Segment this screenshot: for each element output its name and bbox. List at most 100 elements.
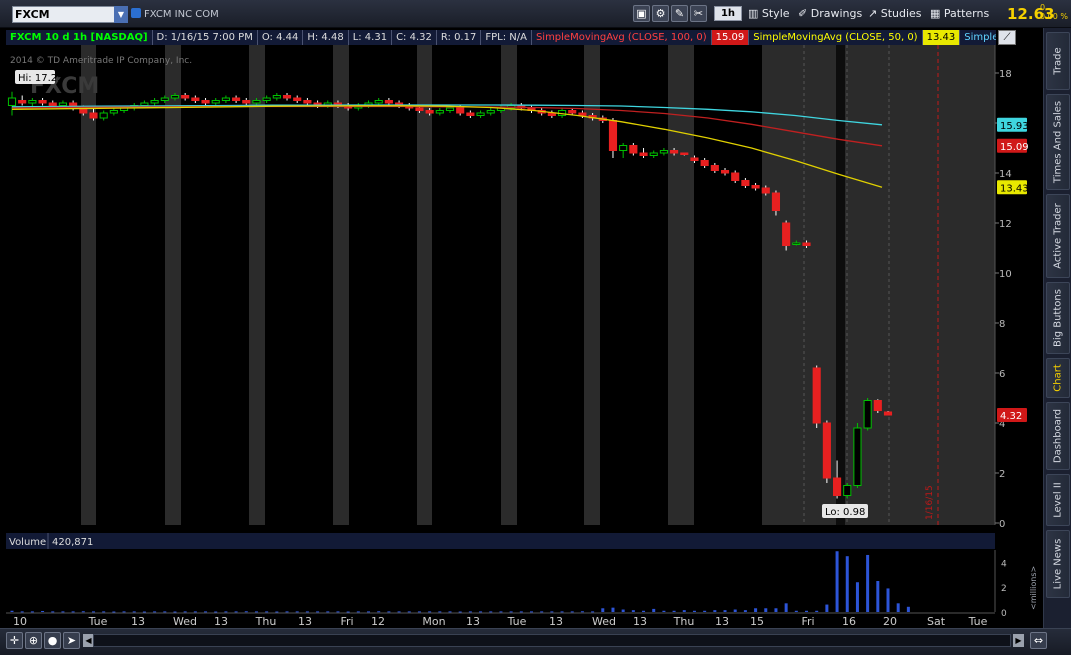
symbol-input[interactable]: FXCM — [12, 6, 128, 23]
style-menu[interactable]: ▥ Style — [748, 5, 790, 23]
side-tab-trade[interactable]: Trade — [1046, 32, 1070, 90]
wrench-icon[interactable]: ✂ — [690, 5, 707, 22]
price-tick-label: 8 — [999, 319, 1005, 330]
volume-bar — [652, 608, 656, 612]
time-axis-label: 13 — [298, 615, 312, 628]
volume-bar — [733, 609, 737, 612]
pointer-icon[interactable]: ➤ — [63, 632, 80, 649]
time-scrollbar[interactable] — [93, 634, 1011, 647]
volume-bar — [743, 610, 747, 612]
symbol-description[interactable]: FXCM 10 d 1h [NASDAQ] — [6, 30, 153, 45]
time-axis-label: Tue — [88, 615, 108, 628]
volume-bar — [621, 609, 625, 612]
volume-bar — [336, 611, 340, 613]
time-axis-label: 20 — [883, 615, 897, 628]
candle-body — [211, 100, 220, 104]
side-tab-active-trader[interactable]: Active Trader — [1046, 194, 1070, 278]
candle-body — [843, 485, 852, 496]
session-band — [668, 45, 694, 525]
volume-bar — [754, 608, 758, 612]
candle-body — [792, 242, 801, 245]
candle-body — [771, 192, 781, 211]
side-tab-live-news[interactable]: Live News — [1046, 530, 1070, 598]
expiry-marker-label: 1/16/15 — [925, 485, 935, 520]
side-tab-big-buttons[interactable]: Big Buttons — [1046, 282, 1070, 354]
volume-bar — [662, 610, 666, 612]
lo-label: Lo: 0.98 — [825, 507, 865, 518]
sma100-label[interactable]: SimpleMovingAvg (CLOSE, 100, 0) — [532, 30, 712, 45]
candle-body — [18, 100, 27, 104]
time-axis-label: 13 — [131, 615, 145, 628]
candle-body — [873, 400, 882, 411]
volume-bar — [560, 611, 564, 613]
time-axis-label: 13 — [633, 615, 647, 628]
settings-gear-icon[interactable]: ⚙ — [652, 5, 669, 22]
time-axis-label: 16 — [842, 615, 856, 628]
volume-bar — [550, 611, 554, 613]
crosshair-icon[interactable]: ✛ — [6, 632, 23, 649]
price-bubble-label: 13.43 — [1000, 183, 1029, 194]
volume-bar — [866, 554, 870, 612]
volume-bar — [642, 610, 646, 612]
time-axis-label: 12 — [371, 615, 385, 628]
volume-bar — [692, 610, 696, 612]
candle-body — [252, 100, 261, 104]
studies-menu[interactable]: ↗ Studies — [868, 5, 922, 23]
candle-body — [58, 102, 67, 106]
candle-body — [425, 110, 434, 114]
draw-line-icon[interactable]: ⟋ — [998, 30, 1016, 45]
volume-bar — [10, 610, 14, 612]
volume-bar — [163, 611, 167, 613]
expand-time-icon[interactable]: ⇔ — [1030, 632, 1047, 649]
side-tab-label: Trade — [1052, 47, 1064, 75]
candle-body — [191, 97, 200, 101]
timeframe-button[interactable]: 1h — [714, 6, 742, 21]
price-tick-label: 2 — [999, 469, 1005, 480]
chart-tools-icon[interactable]: ✎ — [671, 5, 688, 22]
side-tabs: Trade Times And Sales Active Trader Big But… — [1043, 28, 1071, 628]
candle-body — [710, 165, 719, 171]
candle-body — [272, 95, 281, 99]
scroll-right-button[interactable]: ▶ — [1013, 634, 1024, 647]
sma50-label[interactable]: SimpleMovingAvg (CLOSE, 50, 0) — [749, 30, 923, 45]
volume-label: Volume — [9, 537, 46, 548]
pan-icon[interactable]: ● — [44, 632, 61, 649]
patterns-menu[interactable]: ▦ Patterns — [930, 5, 989, 23]
style-label: Style — [761, 7, 790, 20]
side-tab-label: Big Buttons — [1052, 289, 1064, 347]
volume-bar — [805, 610, 809, 612]
volume-bar — [611, 607, 615, 612]
candle-body — [466, 112, 475, 116]
side-tab-chart[interactable]: Chart — [1046, 358, 1070, 398]
volume-bar — [407, 611, 411, 613]
volume-bar — [509, 611, 513, 613]
zoom-icon[interactable]: ⊕ — [25, 632, 42, 649]
price-chart[interactable]: 1/16/15 2014 © TD Ameritrade IP Company, … — [0, 45, 1043, 628]
side-tab-times-and-sales[interactable]: Times And Sales — [1046, 94, 1070, 190]
volume-bar — [723, 610, 727, 612]
candle-body — [160, 97, 169, 101]
sma-more-label[interactable]: Simple... — [960, 30, 996, 45]
symbol-dropdown-button[interactable]: ▼ — [114, 6, 128, 23]
studies-icon: ↗ — [868, 7, 881, 20]
time-axis-label: Fri — [801, 615, 814, 628]
candle-body — [782, 222, 791, 246]
change-percent: 0.00 % — [1040, 12, 1068, 21]
volume-bar — [886, 588, 890, 612]
screenshot-icon[interactable]: ▣ — [633, 5, 650, 22]
volume-bar — [519, 611, 523, 613]
time-axis-label: Thu — [255, 615, 277, 628]
side-tab-dashboard[interactable]: Dashboard — [1046, 402, 1070, 470]
volume-unit-label: <millions> — [1029, 566, 1038, 610]
patterns-label: Patterns — [943, 7, 990, 20]
chart-header: FXCM 10 d 1h [NASDAQ] D: 1/16/15 7:00 PM O… — [6, 30, 996, 45]
sma100-value: 15.09 — [711, 30, 750, 45]
drawings-menu[interactable]: ✐ Drawings — [798, 5, 862, 23]
volume-bar — [275, 611, 279, 613]
bar-high: H: 4.48 — [303, 30, 349, 45]
side-tab-level-ii[interactable]: Level II — [1046, 474, 1070, 526]
style-icon: ▥ — [748, 7, 762, 20]
side-tab-label: Dashboard — [1052, 408, 1064, 464]
volume-bar — [591, 611, 595, 613]
studies-label: Studies — [880, 7, 922, 20]
